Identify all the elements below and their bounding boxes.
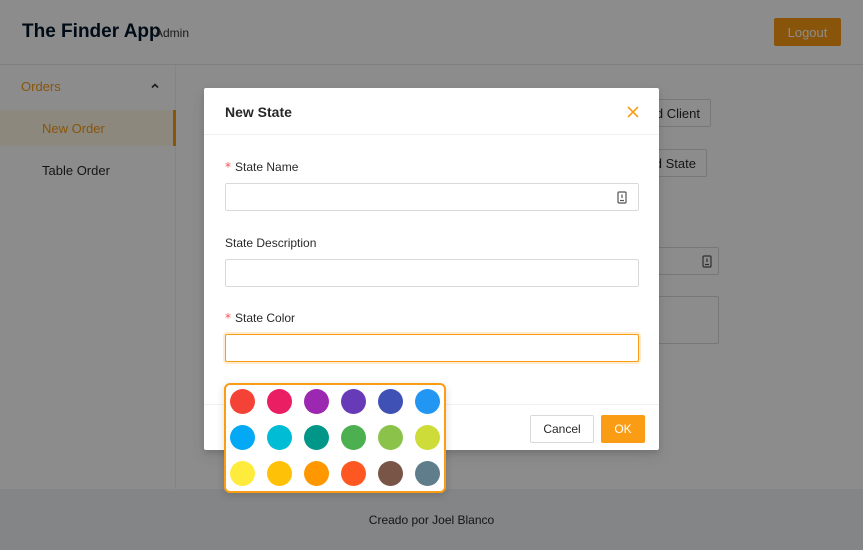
state-name-label: * State Name (225, 160, 299, 174)
color-swatch[interactable] (230, 461, 255, 486)
color-swatch[interactable] (341, 425, 366, 450)
state-name-input[interactable] (225, 183, 639, 211)
state-color-input[interactable] (225, 334, 639, 362)
required-mark: * (225, 160, 231, 174)
color-swatch[interactable] (415, 389, 440, 414)
modal-title: New State (225, 104, 292, 120)
color-swatch[interactable] (230, 389, 255, 414)
color-swatch[interactable] (230, 425, 255, 450)
state-color-label: * State Color (225, 311, 296, 325)
color-swatch[interactable] (304, 389, 329, 414)
state-description-input[interactable] (225, 259, 639, 287)
modal-header: New State (204, 88, 659, 135)
id-card-icon (617, 191, 627, 204)
required-mark: * (225, 311, 231, 325)
ok-button[interactable]: OK (601, 415, 645, 443)
color-swatch[interactable] (378, 461, 403, 486)
color-swatch[interactable] (304, 425, 329, 450)
color-swatch[interactable] (341, 389, 366, 414)
state-description-label: State Description (225, 236, 317, 250)
color-swatch[interactable] (304, 461, 329, 486)
color-swatch[interactable] (267, 461, 292, 486)
color-swatch[interactable] (267, 389, 292, 414)
color-picker (224, 383, 446, 493)
color-swatch[interactable] (378, 425, 403, 450)
color-swatch[interactable] (341, 461, 366, 486)
color-swatch[interactable] (415, 425, 440, 450)
color-swatch[interactable] (415, 461, 440, 486)
close-icon[interactable] (625, 104, 641, 120)
cancel-button[interactable]: Cancel (530, 415, 594, 443)
color-swatch[interactable] (267, 425, 292, 450)
color-swatch[interactable] (378, 389, 403, 414)
